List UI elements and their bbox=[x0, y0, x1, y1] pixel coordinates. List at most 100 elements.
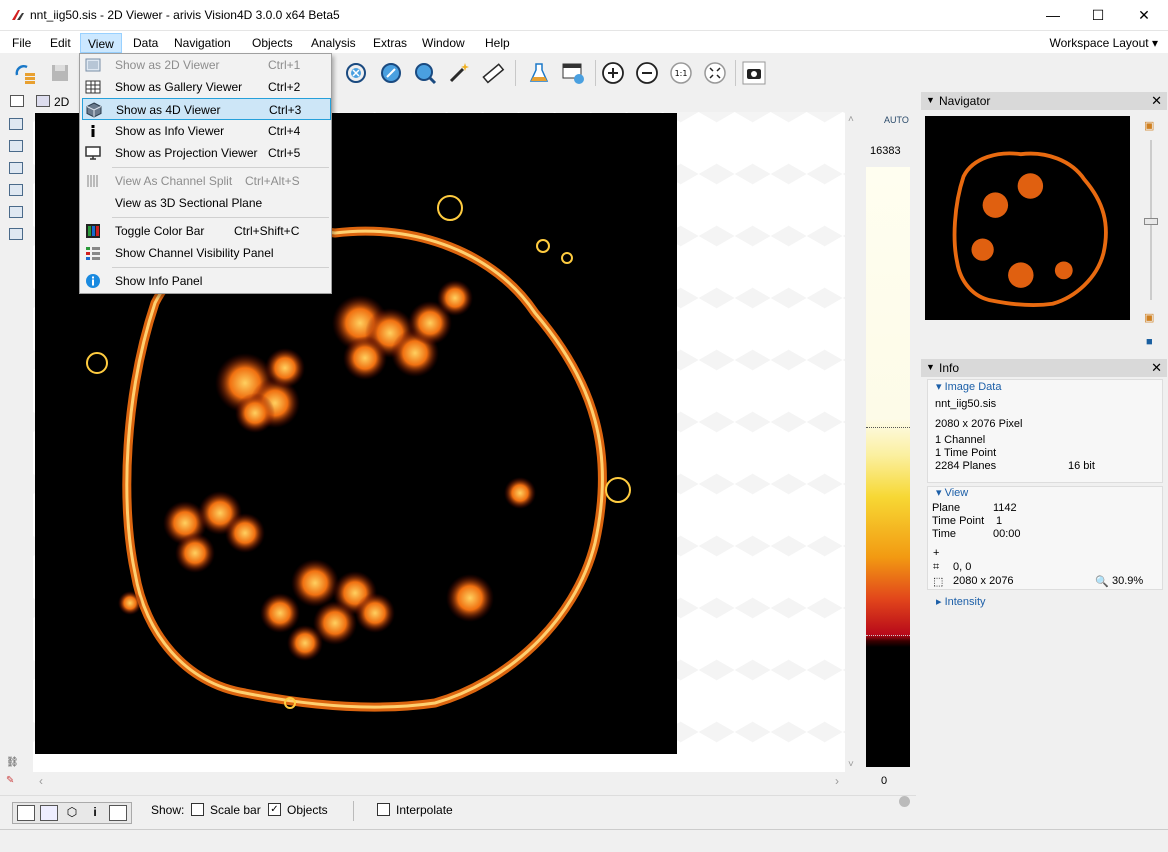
scroll-up-icon[interactable]: ˄ bbox=[848, 114, 854, 125]
table-add-icon[interactable] bbox=[561, 61, 585, 85]
scroll-right-icon[interactable]: › bbox=[835, 774, 839, 788]
viewer-mode-label[interactable]: 2D bbox=[54, 95, 69, 109]
menu-item-projection-viewer[interactable]: Show as Projection Viewer Ctrl+5 bbox=[82, 142, 331, 164]
menu-item-channel-split[interactable]: View As Channel Split Ctrl+Alt+S bbox=[82, 170, 331, 192]
layout-grid-2-icon[interactable] bbox=[9, 206, 23, 218]
viewer-tabs: 2D bbox=[0, 92, 80, 112]
view-section[interactable]: ▾ View bbox=[936, 486, 968, 499]
objects-label[interactable]: Objects bbox=[287, 803, 328, 817]
view-menu-dropdown: Show as 2D Viewer Ctrl+1 Show as Gallery… bbox=[79, 53, 332, 294]
view-projection-icon[interactable] bbox=[109, 805, 127, 821]
info-planes: 2284 Planes bbox=[935, 460, 997, 472]
menu-item-channel-visibility[interactable]: Show Channel Visibility Panel bbox=[82, 242, 331, 264]
objects-checkbox[interactable]: ✓ bbox=[268, 803, 281, 816]
layout-grid-icon[interactable] bbox=[9, 184, 23, 196]
crosshair-icon: + bbox=[933, 547, 940, 559]
navigator-preview bbox=[952, 151, 1108, 307]
brush-tool-icon[interactable] bbox=[379, 61, 403, 85]
auto-contrast-button[interactable]: AUTO bbox=[884, 115, 909, 125]
close-button[interactable]: ✕ bbox=[1121, 0, 1167, 31]
interpolate-checkbox[interactable] bbox=[377, 803, 390, 816]
viewer-layout-icon[interactable] bbox=[10, 95, 24, 107]
scroll-left-icon[interactable]: ‹ bbox=[39, 774, 43, 788]
scale-bar-checkbox[interactable] bbox=[191, 803, 204, 816]
scale-bar-label[interactable]: Scale bar bbox=[210, 803, 261, 817]
collapse-arrow-icon[interactable]: ▼ bbox=[926, 362, 935, 372]
show-label: Show: bbox=[151, 803, 185, 817]
ruler-icon[interactable] bbox=[481, 61, 505, 85]
open-file-icon[interactable] bbox=[13, 61, 37, 85]
magic-wand-icon[interactable] bbox=[447, 61, 471, 85]
menu-item-3d-sectional-plane[interactable]: View as 3D Sectional Plane bbox=[82, 192, 331, 214]
fit-to-window-icon[interactable] bbox=[703, 61, 727, 85]
save-icon[interactable] bbox=[48, 61, 72, 85]
zoom-out-small-icon[interactable]: ▣ bbox=[1144, 311, 1154, 324]
intensity-section[interactable]: ▸ Intensity bbox=[936, 595, 986, 608]
flask-icon[interactable] bbox=[527, 61, 551, 85]
menu-item-toggle-color-bar[interactable]: Toggle Color Bar Ctrl+Shift+C bbox=[82, 220, 331, 242]
layout-split-h-icon[interactable] bbox=[9, 140, 23, 152]
view-2d-icon[interactable] bbox=[17, 805, 35, 821]
view-info-icon[interactable]: i bbox=[86, 805, 104, 821]
navigator-thumbnail[interactable] bbox=[925, 116, 1130, 320]
scroll-down-icon[interactable]: ˅ bbox=[848, 759, 854, 770]
color-bar-gradient[interactable] bbox=[866, 167, 910, 767]
menu-view[interactable]: View bbox=[80, 33, 122, 53]
menu-navigation[interactable]: Navigation bbox=[167, 33, 238, 53]
zoom-out-icon[interactable] bbox=[635, 61, 659, 85]
zoom-in-icon[interactable] bbox=[601, 61, 625, 85]
menu-item-4d-viewer[interactable]: Show as 4D Viewer Ctrl+3 bbox=[82, 98, 331, 120]
layout-single-icon[interactable] bbox=[9, 118, 23, 130]
unlink-icon[interactable]: ✎ bbox=[6, 775, 14, 786]
settings-dot-icon[interactable] bbox=[899, 796, 910, 807]
info-panel-header[interactable]: ▼ Info ✕ bbox=[921, 359, 1167, 377]
menu-window[interactable]: Window bbox=[415, 33, 472, 53]
navigator-zoom-slider[interactable] bbox=[1144, 218, 1158, 225]
vertical-scrollbar[interactable]: ˄ ˅ bbox=[845, 112, 859, 772]
menu-data[interactable]: Data bbox=[126, 33, 165, 53]
menu-item-gallery-viewer[interactable]: Show as Gallery Viewer Ctrl+2 bbox=[82, 76, 331, 98]
color-bar-icon bbox=[86, 224, 100, 238]
interpolate-label[interactable]: Interpolate bbox=[396, 803, 453, 817]
info-i-icon bbox=[91, 125, 95, 137]
menu-analysis[interactable]: Analysis bbox=[304, 33, 363, 53]
maximize-button[interactable]: ☐ bbox=[1075, 0, 1121, 31]
snapshot-camera-icon[interactable] bbox=[742, 61, 766, 85]
view-gallery-icon[interactable] bbox=[40, 805, 58, 821]
zoom-region-icon[interactable] bbox=[413, 61, 437, 85]
view-4d-cube-icon[interactable]: ⬡ bbox=[63, 805, 81, 821]
2d-viewer-tab-icon[interactable] bbox=[36, 95, 50, 107]
time-point-value: 1 bbox=[996, 515, 1003, 527]
color-bar-upper-limit[interactable] bbox=[866, 427, 910, 428]
horizontal-scrollbar[interactable]: ‹ › bbox=[33, 773, 845, 789]
color-bar-lower-limit[interactable] bbox=[866, 635, 910, 636]
close-icon[interactable]: ✕ bbox=[1151, 360, 1162, 376]
image-data-section[interactable]: ▾ Image Data bbox=[936, 380, 1001, 393]
crosshair-tool-icon[interactable] bbox=[344, 61, 368, 85]
link-icon[interactable]: ⛓ bbox=[6, 757, 19, 768]
close-icon[interactable]: ✕ bbox=[1151, 93, 1162, 109]
camera-small-icon[interactable]: ■ bbox=[1146, 336, 1153, 348]
menu-item-info-panel[interactable]: Show Info Panel bbox=[82, 270, 331, 292]
workspace-layout-menu[interactable]: Workspace Layout ▾ bbox=[1049, 36, 1158, 50]
menu-file[interactable]: File bbox=[5, 33, 38, 53]
zoom-actual-size-icon[interactable]: 1:1 bbox=[669, 61, 693, 85]
gallery-icon bbox=[85, 80, 101, 94]
zoom-in-small-icon[interactable]: ▣ bbox=[1144, 119, 1154, 132]
navigator-title: Navigator bbox=[939, 94, 991, 108]
layout-grid-3-icon[interactable] bbox=[9, 228, 23, 240]
zoom-value: 30.9% bbox=[1112, 575, 1144, 587]
collapse-arrow-icon[interactable]: ▼ bbox=[926, 95, 935, 105]
menu-item-info-viewer[interactable]: Show as Info Viewer Ctrl+4 bbox=[82, 120, 331, 142]
layout-split-v-icon[interactable] bbox=[9, 162, 23, 174]
minimize-button[interactable]: — bbox=[1030, 0, 1076, 31]
menu-item-2d-viewer[interactable]: Show as 2D Viewer Ctrl+1 bbox=[82, 54, 331, 76]
menu-extras[interactable]: Extras bbox=[366, 33, 414, 53]
info-bit-depth: 16 bit bbox=[1068, 460, 1095, 472]
menu-objects[interactable]: Objects bbox=[245, 33, 300, 53]
menu-help[interactable]: Help bbox=[478, 33, 517, 53]
menu-edit[interactable]: Edit bbox=[43, 33, 78, 53]
channel-split-icon bbox=[87, 175, 98, 187]
status-bar bbox=[0, 829, 1168, 852]
navigator-panel-header[interactable]: ▼ Navigator ✕ bbox=[921, 92, 1167, 110]
